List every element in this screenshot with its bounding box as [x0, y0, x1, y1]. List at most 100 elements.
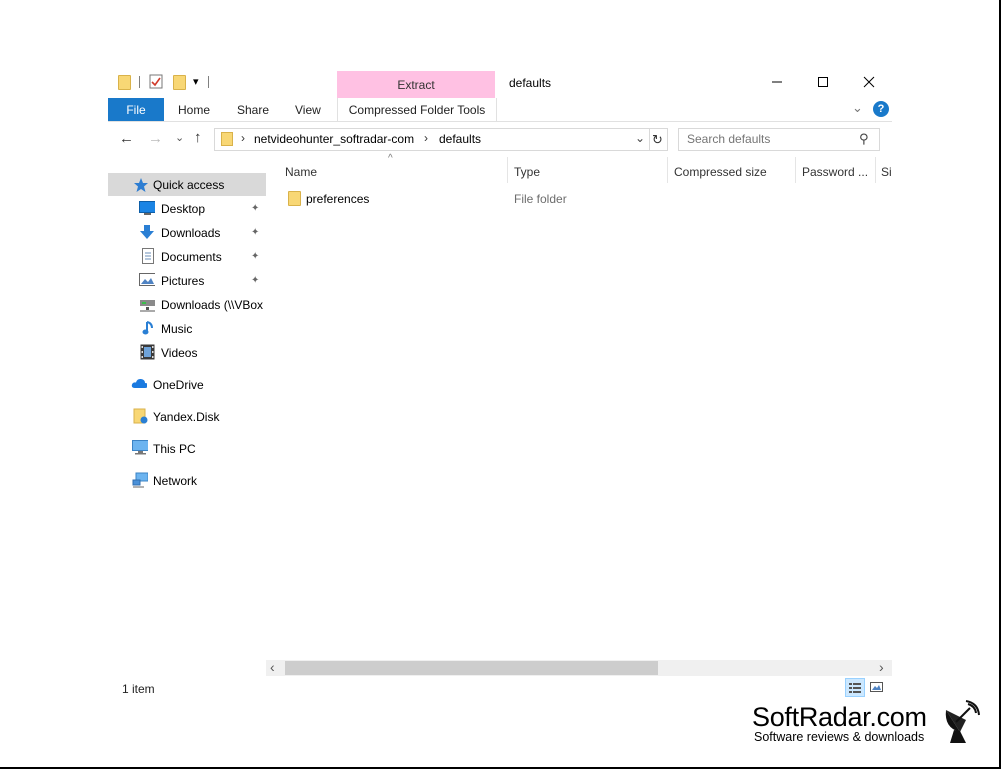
videos-icon [140, 344, 155, 360]
satellite-dish-icon [940, 700, 980, 744]
qat-separator [139, 76, 140, 88]
download-icon [140, 225, 154, 239]
file-type: File folder [514, 192, 567, 206]
nav-label: Network [153, 474, 198, 488]
help-icon[interactable]: ? [873, 101, 889, 117]
scroll-right-button[interactable]: › [879, 659, 884, 675]
pin-icon[interactable]: ✦ [251, 251, 259, 262]
column-header-label: Name [285, 165, 318, 179]
column-divider[interactable] [875, 157, 876, 183]
minimize-icon [772, 81, 782, 83]
breadcrumb-separator: › [424, 131, 428, 145]
scroll-left-button[interactable]: ‹ [270, 659, 275, 675]
watermark-brand: SoftRadar.com [752, 702, 927, 732]
file-name[interactable]: preferences [306, 192, 369, 206]
breadcrumb-separator: › [241, 131, 245, 145]
column-header-name[interactable]: Name [285, 162, 500, 182]
watermark-tagline: Software reviews & downloads [754, 730, 925, 744]
tab-home-label: Home [178, 102, 211, 117]
network-drive-icon [140, 300, 155, 312]
nav-item-music[interactable]: Music [108, 317, 266, 340]
column-header-size[interactable]: Si [881, 162, 891, 182]
nav-item-network[interactable]: Network [108, 469, 266, 492]
maximize-icon [818, 77, 828, 87]
nav-label: Documents [161, 250, 222, 264]
pin-icon[interactable]: ✦ [251, 275, 259, 286]
documents-icon [142, 248, 154, 264]
recent-locations-button[interactable]: ⌄ [175, 131, 184, 144]
nav-label: OneDrive [153, 378, 204, 392]
close-button[interactable] [846, 68, 892, 96]
pin-icon[interactable]: ✦ [251, 203, 259, 214]
computer-icon [132, 440, 148, 455]
forward-button[interactable]: → [148, 130, 163, 147]
extract-context-label: Extract [397, 78, 435, 92]
nav-label: Downloads [161, 226, 221, 240]
search-input[interactable] [687, 132, 847, 146]
address-dropdown-icon[interactable]: ⌄ [635, 131, 645, 145]
tab-file[interactable]: File [108, 98, 164, 121]
pin-icon[interactable]: ✦ [251, 227, 259, 238]
up-button[interactable]: ↑ [194, 129, 202, 146]
nav-item-this-pc[interactable]: This PC [108, 437, 266, 460]
address-folder-icon [221, 132, 233, 146]
nav-item-yandex-disk[interactable]: Yandex.Disk [108, 405, 266, 428]
column-header-label: Compressed size [674, 165, 767, 179]
item-count: 1 item [122, 682, 155, 696]
tab-view-label: View [295, 102, 321, 117]
nav-item-downloads-vbox[interactable]: Downloads (\\VBox [108, 293, 266, 316]
qat-folder-icon[interactable] [118, 75, 131, 90]
network-icon [132, 472, 148, 488]
folder-icon [288, 191, 301, 206]
nav-label: Yandex.Disk [153, 410, 220, 424]
desktop-icon [139, 201, 155, 215]
star-icon [134, 178, 148, 192]
minimize-button[interactable] [754, 68, 800, 96]
column-header-label: Password ... [802, 165, 869, 179]
extract-context-header[interactable]: Extract [337, 71, 495, 99]
column-header-label: Si [881, 165, 891, 179]
column-divider[interactable] [667, 157, 668, 183]
nav-label: Desktop [161, 202, 206, 216]
tab-compressed-folder-tools-label: Compressed Folder Tools [348, 102, 486, 117]
column-divider[interactable] [507, 157, 508, 183]
nav-item-desktop[interactable]: Desktop ✦ [108, 197, 266, 220]
maximize-button[interactable] [800, 68, 846, 96]
music-icon [142, 321, 153, 335]
nav-label: Downloads (\\VBox [161, 298, 264, 312]
tab-view[interactable]: View [295, 98, 321, 121]
tab-compressed-folder-tools[interactable]: Compressed Folder Tools [337, 98, 497, 121]
search-box[interactable]: ⚲ [678, 128, 880, 151]
nav-label: This PC [153, 442, 196, 456]
large-icons-view-icon [870, 682, 883, 692]
new-folder-icon[interactable] [173, 75, 186, 90]
nav-item-pictures[interactable]: Pictures ✦ [108, 269, 266, 292]
nav-item-quick-access[interactable]: Quick access [108, 173, 266, 196]
tab-share[interactable]: Share [237, 98, 269, 121]
expand-ribbon-icon[interactable]: ⌄ [852, 100, 863, 116]
breadcrumb-defaults[interactable]: defaults [439, 132, 481, 146]
address-bar[interactable]: › netvideohunter_softradar-com › default… [214, 128, 650, 151]
column-divider[interactable] [795, 157, 796, 183]
tab-home[interactable]: Home [178, 98, 210, 121]
properties-icon[interactable] [149, 74, 163, 89]
back-button[interactable]: ← [119, 130, 134, 147]
nav-item-videos[interactable]: Videos [108, 341, 266, 364]
column-header-compressed-size[interactable]: Compressed size [674, 162, 792, 182]
refresh-button[interactable]: ↻ [648, 128, 668, 151]
breadcrumb-netvideohunter[interactable]: netvideohunter_softradar-com [254, 132, 414, 146]
nav-label: Music [161, 322, 193, 336]
details-view-button[interactable] [845, 678, 865, 697]
qat-dropdown-icon[interactable]: ▾ [193, 75, 199, 88]
column-header-password[interactable]: Password ... [802, 162, 872, 182]
nav-label: Quick access [153, 178, 225, 192]
details-view-icon [849, 683, 861, 693]
nav-item-downloads[interactable]: Downloads ✦ [108, 221, 266, 244]
scrollbar-thumb[interactable] [285, 661, 658, 675]
search-icon[interactable]: ⚲ [859, 131, 869, 147]
column-header-type[interactable]: Type [514, 162, 664, 182]
large-icons-view-button[interactable] [868, 679, 886, 696]
pictures-icon [139, 273, 155, 286]
nav-item-documents[interactable]: Documents ✦ [108, 245, 266, 268]
nav-item-onedrive[interactable]: OneDrive [108, 373, 266, 396]
